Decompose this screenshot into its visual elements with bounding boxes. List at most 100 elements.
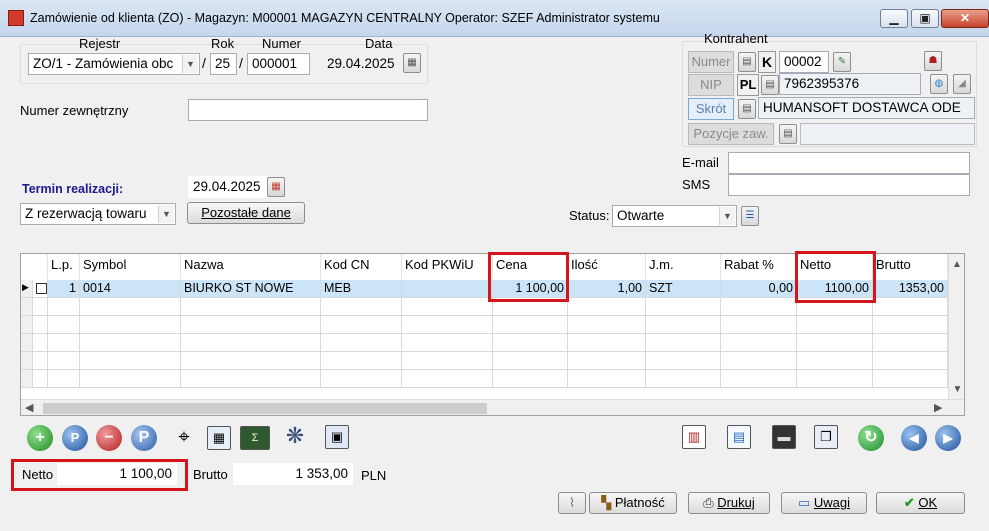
table-cell	[568, 352, 646, 370]
lookup-icon[interactable]: ▤	[761, 75, 779, 95]
lookup-icon[interactable]: ▤	[738, 52, 756, 72]
remove-icon[interactable]: −	[96, 425, 122, 451]
next-icon[interactable]: ▶	[935, 425, 961, 451]
table-row[interactable]	[21, 298, 948, 316]
refresh-icon[interactable]: ↻	[858, 425, 884, 451]
settings-icon[interactable]: ❋	[283, 425, 307, 449]
platnosc-button[interactable]: ▚ Płatność	[589, 492, 677, 514]
table-cell	[80, 370, 181, 388]
column-header-kod-pkwiu[interactable]: Kod PKWiU	[402, 254, 493, 279]
numer-label: Numer	[262, 36, 302, 51]
minimize-button[interactable]: ▁	[880, 9, 908, 28]
table-cell	[568, 316, 646, 334]
windows-icon[interactable]: ❐	[814, 425, 838, 449]
rok-input[interactable]: 25	[210, 53, 237, 75]
p-icon[interactable]: P	[131, 425, 157, 451]
row-checkbox[interactable]	[33, 280, 48, 298]
scroll-down-icon[interactable]: ▼	[949, 384, 964, 395]
nip-input[interactable]: 7962395376	[779, 73, 921, 95]
table-cell	[493, 352, 568, 370]
rejestr-select[interactable]: ZO/1 - Zamówienia obc ▼	[28, 53, 200, 75]
list-icon[interactable]: ☰	[741, 206, 759, 226]
scroll-right-icon[interactable]: ▶	[934, 401, 942, 414]
column-header-lp[interactable]: L.p.	[48, 254, 80, 279]
column-header-cena[interactable]: Cena	[493, 254, 568, 279]
ok-button[interactable]: ✔ OK	[876, 492, 965, 514]
table-cell	[402, 334, 493, 352]
binoculars-icon[interactable]: ⌖	[172, 426, 196, 450]
total-brutto-value: 1 353,00	[233, 463, 353, 485]
numer-zewnetrzny-input[interactable]	[188, 99, 428, 121]
termin-input[interactable]: 29.04.2025	[188, 176, 268, 198]
email-input[interactable]	[728, 152, 970, 174]
scroll-left-icon[interactable]: ◀	[25, 401, 33, 414]
column-header-netto[interactable]: Netto	[797, 254, 873, 279]
horizontal-scrollbar[interactable]: ◀ ▶	[21, 399, 964, 415]
scroll-up-icon[interactable]: ▲	[949, 259, 964, 270]
app-icon	[8, 10, 24, 26]
sms-input[interactable]	[728, 174, 970, 196]
skrot-input[interactable]: HUMANSOFT DOSTAWCA ODE	[758, 97, 975, 119]
table-row[interactable]	[21, 316, 948, 334]
add-icon[interactable]: +	[27, 425, 53, 451]
vertical-scrollbar[interactable]: ▲ ▼	[948, 254, 964, 399]
column-header-ilosc[interactable]: Ilość	[568, 254, 646, 279]
window-icon[interactable]: ▣	[325, 425, 349, 449]
calendar-icon[interactable]: ▦	[267, 177, 285, 197]
chart-icon[interactable]: ▥	[682, 425, 706, 449]
numer-input[interactable]: 000001	[247, 53, 310, 75]
attachment-button[interactable]: ⌇	[558, 492, 586, 514]
slash-separator: /	[202, 55, 206, 71]
column-header-brutto[interactable]: Brutto	[873, 254, 948, 279]
document-icon[interactable]: ▤	[727, 425, 751, 449]
skrot-button[interactable]: Skrót	[688, 98, 734, 120]
rezerwacja-select[interactable]: Z rezerwacją towaru ▼	[20, 203, 176, 225]
kontrahent-numer-input[interactable]: 00002	[779, 51, 829, 73]
table-row[interactable]	[21, 334, 948, 352]
save-icon[interactable]: ▬	[772, 425, 796, 449]
printer-icon: ⎙	[703, 495, 714, 510]
pozycje-zaw-button[interactable]: Pozycje zaw.	[688, 123, 774, 145]
table-row[interactable]: ▶ 1 0014 BIURKO ST NOWE MEB 1 100,00 1,0…	[21, 280, 948, 298]
table-row[interactable]	[21, 352, 948, 370]
drukuj-button[interactable]: ⎙ Drukuj	[688, 492, 770, 514]
numer-button[interactable]: Numer	[688, 51, 734, 73]
lookup-icon[interactable]: ▤	[779, 124, 797, 144]
search-icon[interactable]: P	[62, 425, 88, 451]
drukuj-label: Drukuj	[717, 495, 755, 510]
sum-icon[interactable]: Σ	[240, 426, 270, 450]
uwagi-button[interactable]: ▭ Uwagi	[781, 492, 867, 514]
calendar-icon[interactable]: ▦	[403, 53, 421, 73]
nip-button[interactable]: NIP	[688, 74, 734, 96]
calculator-icon[interactable]: ▦	[207, 426, 231, 450]
pozycje-input[interactable]	[800, 123, 975, 145]
column-header-symbol[interactable]: Symbol	[80, 254, 181, 279]
column-header-rabat[interactable]: Rabat %	[721, 254, 797, 279]
pozostale-dane-button[interactable]: Pozostałe dane	[187, 202, 305, 224]
spy-icon[interactable]: ☗	[924, 51, 942, 71]
column-header-nazwa[interactable]: Nazwa	[181, 254, 321, 279]
table-cell	[797, 370, 873, 388]
table-cell	[80, 352, 181, 370]
items-grid[interactable]: L.p. Symbol Nazwa Kod CN Kod PKWiU Cena …	[20, 253, 965, 416]
column-header-kod-cn[interactable]: Kod CN	[321, 254, 402, 279]
column-header-jm[interactable]: J.m.	[646, 254, 721, 279]
lookup-icon[interactable]: ▤	[738, 99, 756, 119]
prev-icon[interactable]: ◀	[901, 425, 927, 451]
vat-icon[interactable]: ◢	[953, 74, 971, 94]
table-cell	[33, 298, 48, 316]
table-cell	[873, 298, 948, 316]
table-row[interactable]	[21, 370, 948, 388]
link-icon[interactable]: ✎	[833, 52, 851, 72]
table-cell	[48, 316, 80, 334]
close-button[interactable]: ✕	[941, 9, 989, 28]
status-select[interactable]: Otwarte ▼	[612, 205, 737, 227]
maximize-button[interactable]: ▣	[911, 9, 939, 28]
globe-icon[interactable]: ◍	[930, 74, 948, 94]
cell-symbol: 0014	[80, 280, 181, 298]
termin-realizacji-label: Termin realizacji:	[22, 182, 124, 196]
table-cell	[21, 316, 33, 334]
table-cell	[402, 370, 493, 388]
scroll-thumb[interactable]	[43, 403, 487, 414]
table-cell	[21, 352, 33, 370]
